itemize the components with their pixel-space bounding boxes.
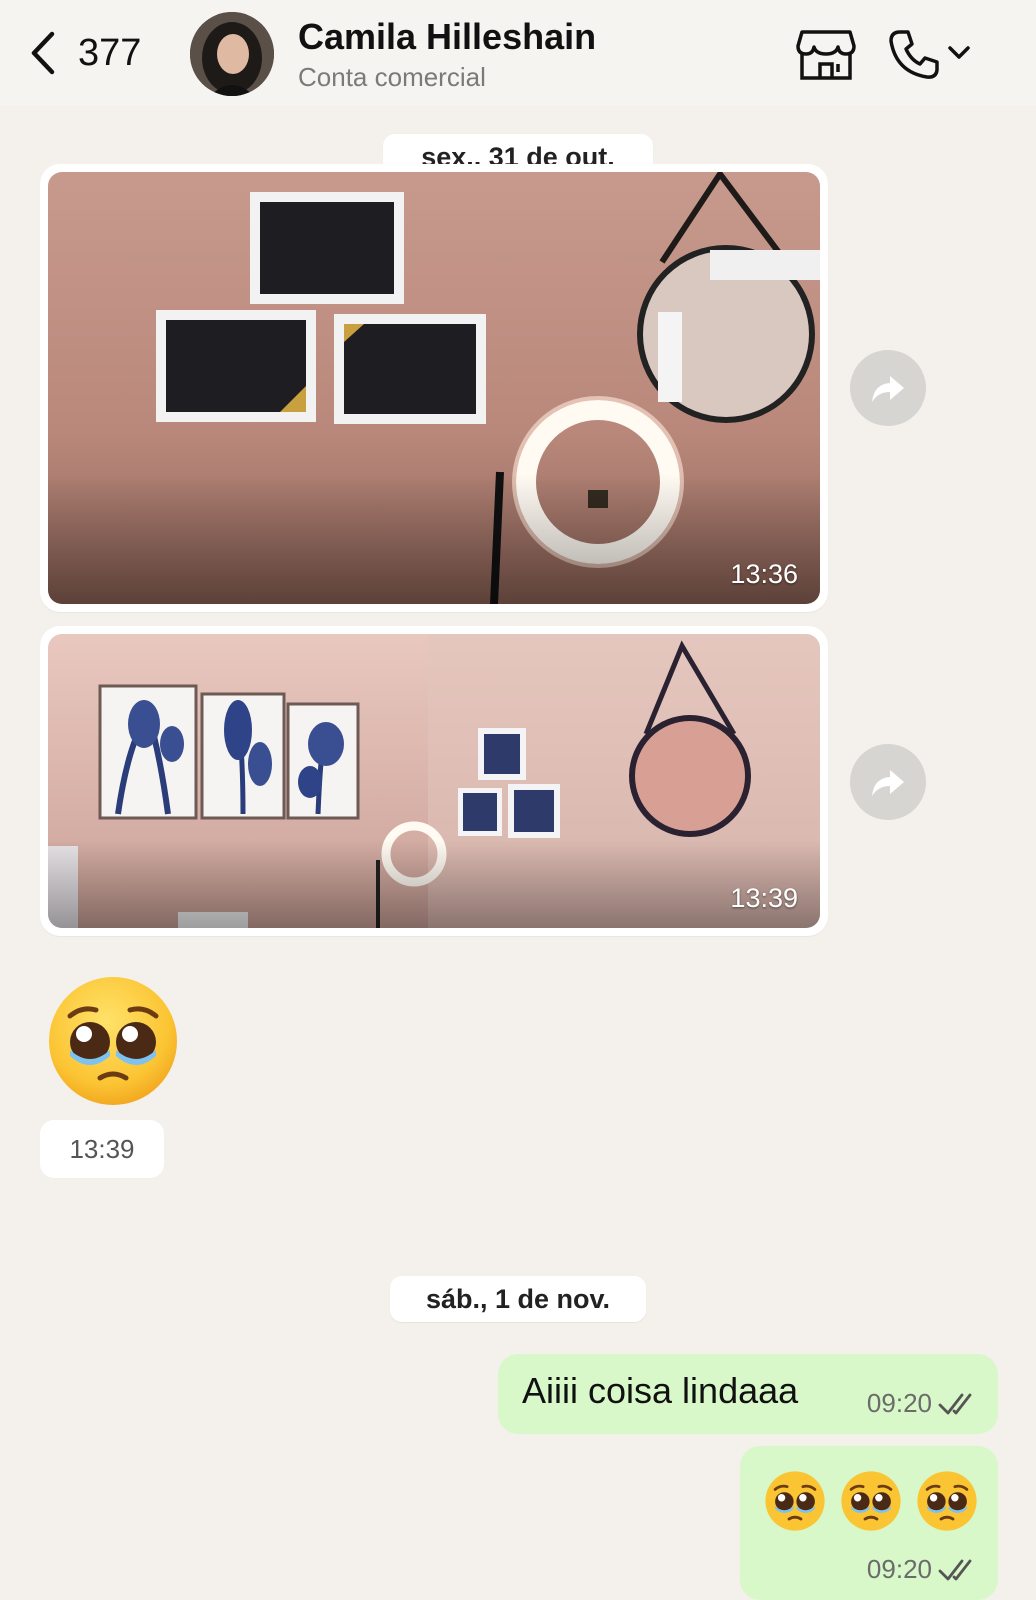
pleading-face-emoji xyxy=(841,1471,901,1531)
message-time: 09:20 xyxy=(866,1388,932,1418)
pleading-face-emoji xyxy=(917,1471,977,1531)
message-meta: 09:20 xyxy=(867,1388,978,1419)
back-button[interactable]: 377 xyxy=(26,28,141,78)
avatar[interactable] xyxy=(190,12,274,96)
contact-subtitle: Conta comercial xyxy=(298,62,486,92)
forward-button[interactable] xyxy=(850,744,926,820)
forward-icon xyxy=(872,770,904,796)
contact-title[interactable]: Camila Hilleshain Conta comercial xyxy=(298,16,596,93)
chevron-down-icon[interactable] xyxy=(946,40,972,66)
photo-image: 13:36 xyxy=(48,172,820,604)
chevron-left-icon xyxy=(31,31,55,75)
message-time: 09:20 xyxy=(866,1554,932,1584)
double-check-icon xyxy=(938,1393,972,1414)
pleading-face-emoji[interactable] xyxy=(46,974,180,1108)
photo-message[interactable]: 13:39 xyxy=(40,626,828,936)
phone-icon[interactable] xyxy=(886,26,942,82)
contact-name: Camila Hilleshain xyxy=(298,16,597,57)
message-time: 13:36 xyxy=(730,559,798,589)
message-time: 13:39 xyxy=(40,1120,164,1178)
date-separator: sáb., 1 de nov. xyxy=(390,1276,646,1322)
chat-header: 377 Camila Hilleshain Conta comercial xyxy=(0,0,1036,106)
unread-count: 377 xyxy=(78,31,142,74)
message-text: Aiiii coisa lindaaa xyxy=(522,1370,799,1411)
outgoing-message[interactable]: 09:20 xyxy=(740,1446,998,1600)
emoji-row xyxy=(764,1470,978,1532)
outgoing-message[interactable]: Aiiii coisa lindaaa 09:20 xyxy=(498,1354,998,1434)
storefront-icon[interactable] xyxy=(796,28,856,82)
double-check-icon xyxy=(938,1559,972,1580)
pleading-face-emoji xyxy=(765,1471,825,1531)
photo-message[interactable]: 13:36 xyxy=(40,164,828,612)
forward-button[interactable] xyxy=(850,350,926,426)
forward-icon xyxy=(872,376,904,402)
message-time: 13:39 xyxy=(730,883,798,913)
message-meta: 09:20 xyxy=(867,1554,978,1585)
photo-image: 13:39 xyxy=(48,634,820,928)
